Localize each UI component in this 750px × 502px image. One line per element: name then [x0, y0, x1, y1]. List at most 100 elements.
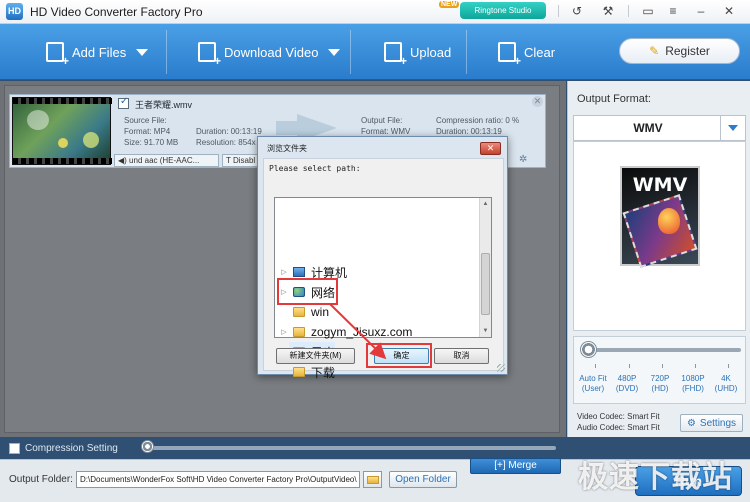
resolution-sub: (FHD) — [682, 384, 704, 393]
compression-checkbox[interactable] — [9, 443, 20, 454]
separator — [558, 5, 559, 17]
tree-scrollbar[interactable]: ▲ ▼ — [479, 198, 491, 337]
settings-button[interactable]: ⚙ Settings — [680, 414, 743, 432]
compression-slider-track[interactable] — [147, 446, 556, 450]
subtitle-select[interactable]: T Disabl — [222, 154, 262, 167]
resolution-label: 1080P — [681, 374, 705, 383]
new-folder-button[interactable]: 新建文件夹(M) — [276, 348, 355, 364]
output-folder-label: Output Folder: — [9, 474, 73, 485]
resize-grip[interactable] — [497, 364, 505, 372]
output-file-label: Output File: — [361, 116, 403, 125]
output-duration: Duration: 00:13:19 — [436, 127, 502, 136]
compression-slider-knob[interactable] — [141, 440, 154, 453]
scroll-thumb[interactable] — [481, 253, 490, 315]
task-filename: 王者荣耀.wmv — [135, 100, 192, 110]
site-watermark: 极速下载站 — [578, 460, 733, 495]
cancel-button[interactable]: 取消 — [434, 348, 489, 364]
speaker-icon: ◀) — [118, 156, 130, 165]
separator — [350, 30, 351, 74]
scroll-down-icon[interactable]: ▼ — [480, 325, 491, 337]
chevron-down-icon[interactable] — [720, 116, 745, 140]
download-icon — [198, 42, 221, 68]
scroll-up-icon[interactable]: ▲ — [480, 198, 491, 210]
resolution-sub: (User) — [581, 384, 605, 393]
format-preview[interactable]: WMV — [573, 141, 746, 331]
dialog-title: 浏览文件夹 — [267, 144, 307, 153]
expand-arrow-icon[interactable]: ▷ — [279, 268, 289, 276]
tree-item-win[interactable]: win — [289, 302, 329, 322]
slider-tick — [728, 364, 729, 368]
slider-tick — [629, 364, 630, 368]
game-scene — [27, 110, 49, 130]
slider-tick — [595, 364, 596, 368]
tree-item-zogym[interactable]: ▷ zogym_Jisuxz.com — [279, 322, 412, 342]
output-folder-input[interactable]: D:\Documents\WonderFox Soft\HD Video Con… — [76, 471, 360, 488]
app-logo-icon: HD — [6, 3, 23, 20]
resolution-slider-knob[interactable] — [580, 341, 597, 358]
video-thumbnail — [12, 97, 112, 165]
highlight-export-folder — [277, 278, 338, 305]
register-button[interactable]: ✎ Register — [619, 38, 740, 64]
register-label: Register — [665, 44, 710, 58]
refresh-icon[interactable]: ↺ — [568, 3, 586, 19]
remove-task-icon[interactable]: ✕ — [532, 96, 543, 107]
merge-button[interactable]: [+] Merge — [470, 458, 561, 474]
separator — [166, 30, 167, 74]
tree-item-download[interactable]: 下载 — [289, 362, 335, 382]
task-settings-icon[interactable]: ✲ — [519, 154, 527, 165]
merge-icon: [+] — [494, 460, 509, 471]
browse-folder-button[interactable] — [363, 471, 382, 488]
key-icon: ✎ — [649, 44, 660, 58]
folder-icon — [293, 307, 305, 317]
open-folder-button[interactable]: Open Folder — [389, 471, 457, 488]
resolution-sub: (DVD) — [615, 384, 639, 393]
format-image-text: WMV — [632, 174, 688, 196]
title-bar: HD HD Video Converter Factory Pro NEW Ri… — [0, 0, 750, 24]
resolution-option[interactable]: Auto Fit (User) — [578, 374, 608, 394]
folder-tree[interactable]: ▷ 计算机 ▷ 网络 win ▷ zogym_Jisuxz.com 导出 下载 … — [274, 197, 492, 380]
highlight-ok-button — [366, 343, 432, 368]
minimize-icon[interactable]: – — [692, 3, 710, 19]
message-icon[interactable]: ▭ — [639, 3, 657, 19]
add-files-button[interactable]: Add Files — [46, 24, 149, 80]
subtitle-label: Disabl — [232, 156, 256, 165]
folder-icon — [367, 476, 379, 484]
trash-icon — [498, 42, 521, 68]
expand-arrow-icon[interactable]: ▷ — [279, 328, 289, 336]
film-reel-graphic — [622, 194, 698, 268]
task-checkbox[interactable] — [118, 96, 129, 109]
resolution-option[interactable]: 480P (DVD) — [612, 374, 642, 394]
output-format-select[interactable]: WMV — [573, 115, 746, 141]
menu-icon[interactable]: ≡ — [664, 3, 682, 19]
subtitle-icon: T — [226, 156, 233, 165]
upload-icon — [384, 42, 407, 68]
video-codec: Video Codec: Smart Fit — [577, 412, 660, 421]
resolution-slider-track[interactable] — [588, 348, 741, 352]
resolution-option[interactable]: 4K (UHD) — [711, 374, 741, 394]
resolution-sub: (HD) — [651, 384, 669, 393]
folder-icon — [293, 367, 305, 377]
separator — [466, 30, 467, 74]
chevron-down-icon[interactable] — [328, 48, 341, 56]
new-badge: NEW — [439, 1, 460, 8]
download-video-button[interactable]: Download Video — [198, 24, 341, 80]
dialog-close-button[interactable]: ✕ — [480, 142, 501, 155]
folder-icon — [293, 327, 305, 337]
audio-track-select[interactable]: ◀) und aac (HE-AAC... — [114, 154, 219, 167]
resolution-option[interactable]: 720P (HD) — [645, 374, 675, 394]
close-icon[interactable]: ✕ — [720, 3, 738, 19]
browse-folder-dialog: 浏览文件夹 ✕ Please select path: ▷ 计算机 ▷ 网络 w… — [257, 136, 508, 380]
tools-icon[interactable]: ⚒ — [599, 3, 617, 19]
resolution-label: 720P — [650, 374, 670, 383]
resolution-slider-area: Auto Fit (User) 480P (DVD) 720P (HD) 1080P(… — [573, 336, 746, 404]
clear-button[interactable]: Clear — [498, 24, 555, 80]
resolution-label: 480P — [617, 374, 637, 383]
resolution-option[interactable]: 1080P (FHD) — [678, 374, 708, 394]
ringtone-studio-button[interactable]: Ringtone Studio — [460, 2, 546, 19]
film-strip — [13, 98, 112, 104]
chevron-down-icon[interactable] — [136, 48, 149, 56]
upload-label: Upload — [410, 44, 452, 60]
upload-button[interactable]: Upload — [384, 24, 451, 80]
balloon-graphic — [658, 208, 680, 234]
gear-icon: ⚙ — [686, 417, 696, 429]
